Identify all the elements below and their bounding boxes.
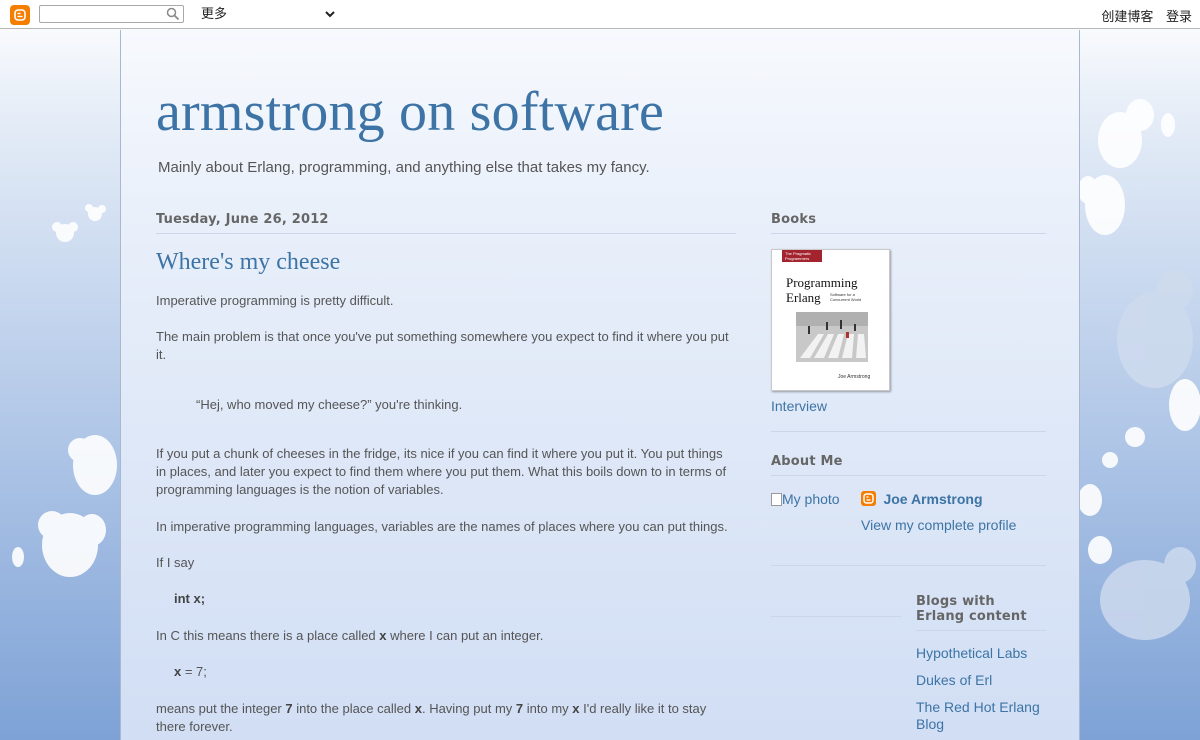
blog-link[interactable]: Dukes of Erl bbox=[916, 672, 1046, 688]
books-widget-title: Books bbox=[771, 212, 1046, 234]
widget-divider bbox=[771, 616, 901, 617]
post-paragraph: In imperative programming languages, var… bbox=[156, 519, 728, 534]
interview-link[interactable]: Interview bbox=[771, 398, 1046, 414]
create-blog-link[interactable]: 创建博客 bbox=[1101, 9, 1153, 24]
date-header: Tuesday, June 26, 2012 bbox=[156, 212, 736, 234]
blogger-navbar: 更多 创建博客 登录 bbox=[0, 0, 1200, 29]
main-column: Tuesday, June 26, 2012 Where's my cheese… bbox=[156, 212, 736, 736]
book-cover-image[interactable]: The Pragmatic Programmers Programming Er… bbox=[771, 249, 890, 391]
post-paragraph: If I say bbox=[156, 555, 195, 570]
profile-photo[interactable]: My photo bbox=[771, 491, 840, 507]
flower-decoration-icon bbox=[52, 204, 106, 242]
search-input[interactable] bbox=[39, 5, 184, 23]
code-snippet: int x; bbox=[174, 591, 206, 606]
publisher-badge: The Pragmatic Programmers bbox=[782, 250, 822, 262]
sidebar: Books The Pragmatic Programmers Programm… bbox=[771, 212, 1046, 736]
widget-divider bbox=[771, 431, 1046, 432]
crosswalk-photo-icon bbox=[796, 312, 868, 362]
erlang-blogs-title: Blogs with Erlang content bbox=[916, 594, 1046, 631]
flower-decoration-icon bbox=[1080, 99, 1200, 640]
post-body: Imperative programming is pretty difficu… bbox=[156, 292, 736, 736]
blog-description: Mainly about Erlang, programming, and an… bbox=[158, 159, 650, 176]
search-icon[interactable] bbox=[166, 7, 180, 26]
post-quote: “Hej, who moved my cheese?” you're think… bbox=[196, 397, 463, 412]
broken-image-icon bbox=[771, 493, 782, 506]
blog-link[interactable]: The Red Hot Erlang Blog bbox=[916, 699, 1046, 733]
author-name-link[interactable]: Joe Armstrong bbox=[883, 491, 982, 507]
blogger-logo-icon[interactable] bbox=[10, 5, 30, 25]
post-paragraph: In C this means there is a place called … bbox=[156, 628, 544, 643]
more-label: 更多 bbox=[201, 6, 228, 21]
about-me-title: About Me bbox=[771, 454, 1046, 476]
blogger-logo-icon bbox=[861, 491, 876, 506]
blog-outer: armstrong on software Mainly about Erlan… bbox=[120, 30, 1080, 740]
post-paragraph: The main problem is that once you've put… bbox=[156, 329, 729, 362]
flower-decoration-icon bbox=[12, 435, 117, 577]
code-snippet: x = 7; bbox=[174, 664, 207, 679]
blog-title[interactable]: armstrong on software bbox=[156, 80, 664, 144]
post-paragraph: Imperative programming is pretty difficu… bbox=[156, 293, 394, 308]
book-title: Programming bbox=[786, 275, 858, 290]
book-author: Joe Armstrong bbox=[838, 374, 871, 380]
post-title[interactable]: Where's my cheese bbox=[156, 249, 736, 276]
book-subtitle: Software for a Concurrent World bbox=[830, 292, 862, 302]
more-dropdown[interactable]: 更多 bbox=[201, 4, 338, 24]
chevron-down-icon bbox=[324, 4, 336, 30]
sign-in-link[interactable]: 登录 bbox=[1166, 9, 1192, 24]
blog-link[interactable]: Hypothetical Labs bbox=[916, 645, 1046, 661]
view-profile-link[interactable]: View my complete profile bbox=[861, 517, 1016, 533]
post-paragraph: means put the integer 7 into the place c… bbox=[156, 701, 707, 734]
post-paragraph: If you put a chunk of cheeses in the fri… bbox=[156, 446, 727, 497]
